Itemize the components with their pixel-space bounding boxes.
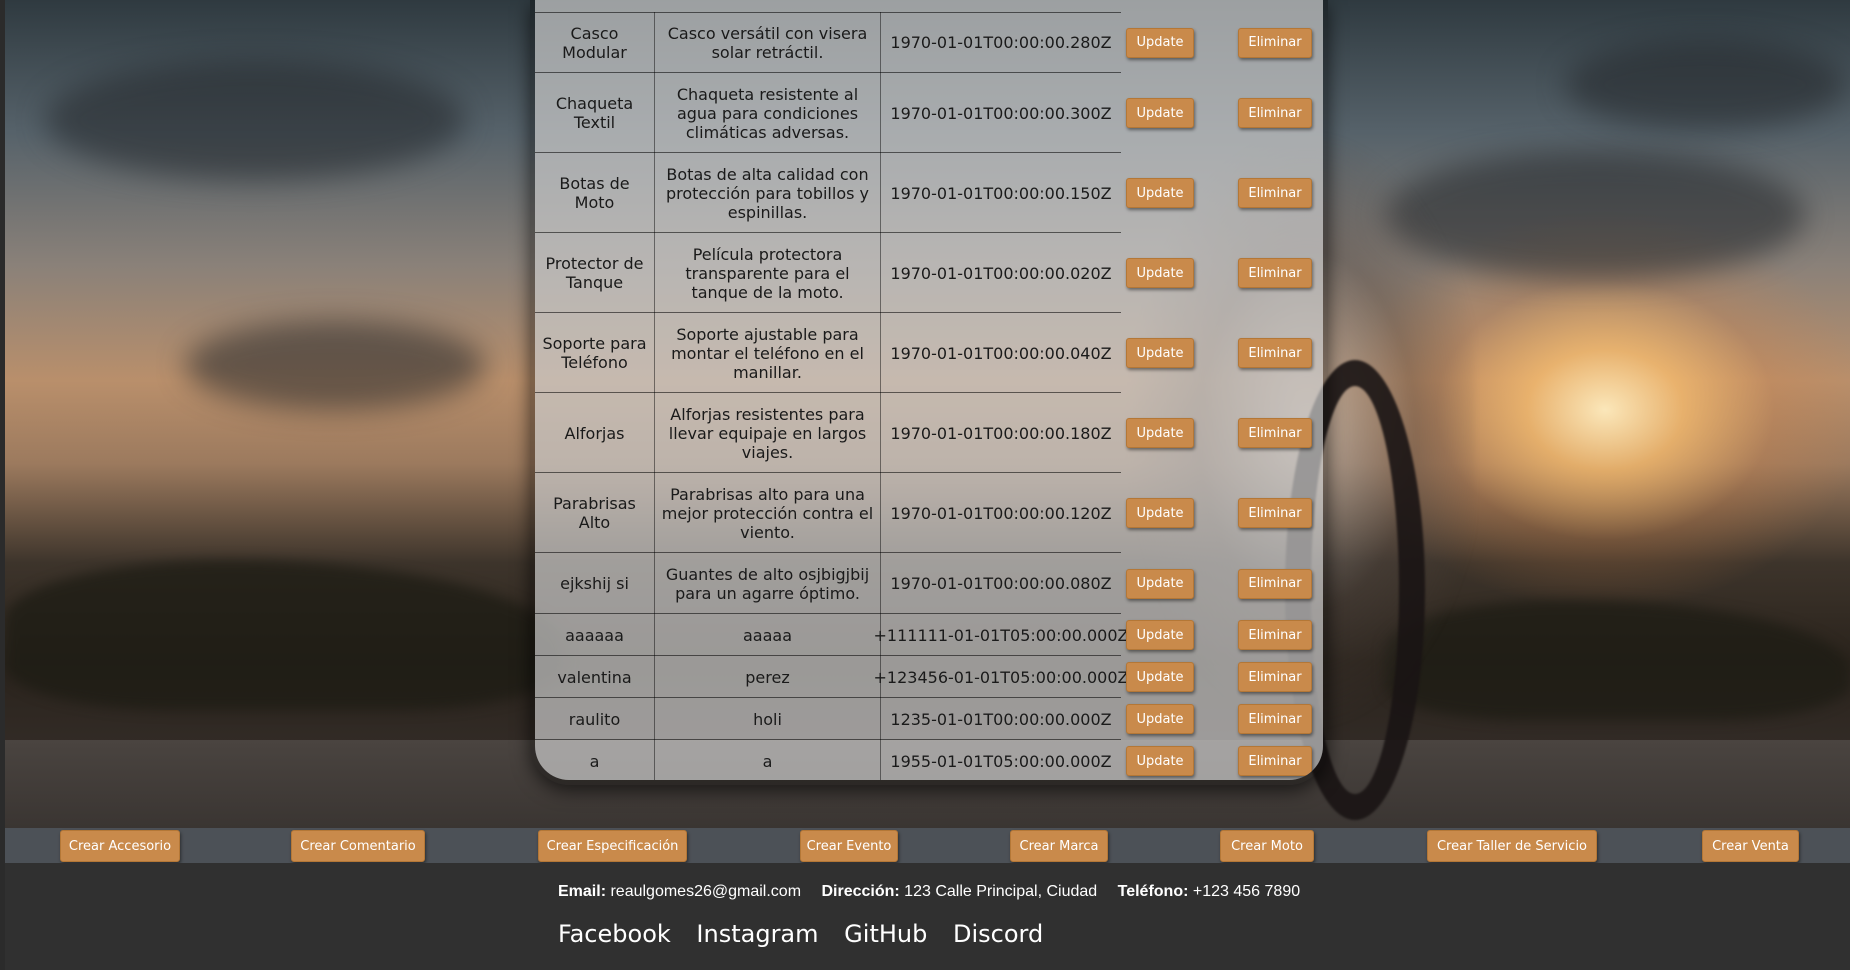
table-row: Alforjas Alforjas resistentes para lleva… xyxy=(535,393,1323,473)
accessory-date: 1970-01-01T00:00:00.120Z xyxy=(890,503,1112,523)
update-button[interactable]: Update xyxy=(1126,258,1194,288)
update-button[interactable]: Update xyxy=(1126,662,1194,692)
accessory-date: 1970-01-01T00:00:00.180Z xyxy=(890,423,1112,443)
accessory-name: Alforjas xyxy=(535,393,655,473)
accessory-description: Casco versátil con visera solar retrácti… xyxy=(655,12,881,73)
contact-info: Email: reaulgomes26@gmail.com Dirección:… xyxy=(558,883,1316,901)
table-row: Protector de Tanque Película protectora … xyxy=(535,233,1323,313)
delete-button[interactable]: Eliminar xyxy=(1238,98,1312,128)
accessory-name: Casco Modular xyxy=(535,12,655,73)
accessory-description: Chaqueta resistente al agua para condici… xyxy=(655,73,881,153)
accessory-date: 1970-01-01T00:00:00.080Z xyxy=(890,574,1112,593)
accessory-date: 1955-01-01T05:00:00.000Z xyxy=(890,751,1112,771)
email-value: reaulgomes26@gmail.com xyxy=(610,883,802,900)
update-button[interactable]: Update xyxy=(1126,27,1194,58)
instagram-link[interactable]: Instagram xyxy=(696,920,818,948)
crear-venta-button[interactable]: Crear Venta xyxy=(1702,830,1799,862)
accessory-name: ejkshij si xyxy=(535,553,655,614)
delete-button[interactable]: Eliminar xyxy=(1238,338,1312,368)
accessory-name: valentina xyxy=(535,656,655,698)
social-links: Facebook Instagram GitHub Discord xyxy=(558,920,1061,948)
accessory-description: holi xyxy=(655,698,881,740)
delete-button[interactable]: Eliminar xyxy=(1238,27,1312,58)
phone-label: Teléfono: xyxy=(1117,883,1189,900)
table-row: Botas de Moto Botas de alta calidad con … xyxy=(535,153,1323,233)
accessory-name: Botas de Moto xyxy=(535,153,655,233)
accessory-description: Parabrisas alto para una mejor protecció… xyxy=(655,473,881,553)
crear-especificacion-button[interactable]: Crear Especificación xyxy=(538,830,687,862)
update-button[interactable]: Update xyxy=(1126,746,1194,776)
table-row: ejkshij si Guantes de alto osjbigjbij pa… xyxy=(535,553,1323,614)
update-button[interactable]: Update xyxy=(1126,704,1194,734)
update-button[interactable]: Update xyxy=(1126,418,1194,448)
delete-button[interactable]: Eliminar xyxy=(1238,498,1312,528)
table-row: valentina perez +123456-01-01T05:00:00.0… xyxy=(535,656,1323,698)
accessory-description: a xyxy=(655,740,881,780)
delete-button[interactable]: Eliminar xyxy=(1238,662,1312,692)
accessory-date: +123456-01-01T05:00:00.000Z xyxy=(873,667,1129,687)
crear-accesorio-button[interactable]: Crear Accesorio xyxy=(60,830,180,862)
update-button[interactable]: Update xyxy=(1126,98,1194,128)
accessory-name: Chaqueta Textil xyxy=(535,73,655,153)
table-row: a a 1955-01-01T05:00:00.000Z Update Elimi… xyxy=(535,740,1323,780)
accessory-name: Parabrisas Alto xyxy=(535,473,655,553)
accessory-description: Guantes de alto osjbigjbij para un agarr… xyxy=(655,553,881,614)
accessory-date: 1235-01-01T00:00:00.000Z xyxy=(890,709,1112,729)
table-row: Soporte para Teléfono Soporte ajustable … xyxy=(535,313,1323,393)
discord-link[interactable]: Discord xyxy=(953,920,1043,948)
accessory-description: Película protectora transparente para el… xyxy=(655,233,881,313)
table-row: Parabrisas Alto Parabrisas alto para una… xyxy=(535,473,1323,553)
delete-button[interactable]: Eliminar xyxy=(1238,568,1312,599)
accessory-description: aaaaa xyxy=(655,614,881,656)
crear-moto-button[interactable]: Crear Moto xyxy=(1220,830,1314,862)
update-button[interactable]: Update xyxy=(1126,620,1194,650)
crear-evento-button[interactable]: Crear Evento xyxy=(800,830,898,862)
accessory-name: a xyxy=(535,740,655,780)
footer: Email: reaulgomes26@gmail.com Dirección:… xyxy=(5,863,1850,970)
accessory-date: +111111-01-01T05:00:00.000Z xyxy=(873,625,1129,645)
table-row: Casco Modular Casco versátil con visera … xyxy=(535,12,1323,73)
accessory-date: 1970-01-01T00:00:00.280Z xyxy=(890,33,1112,52)
accessory-name: raulito xyxy=(535,698,655,740)
accessory-date: 1970-01-01T00:00:00.040Z xyxy=(890,343,1112,363)
table-row: raulito holi 1235-01-01T00:00:00.000Z Up… xyxy=(535,698,1323,740)
crear-taller-button[interactable]: Crear Taller de Servicio xyxy=(1427,830,1597,862)
accessory-description: perez xyxy=(655,656,881,698)
delete-button[interactable]: Eliminar xyxy=(1238,704,1312,734)
phone-value: +123 456 7890 xyxy=(1192,883,1301,900)
accessory-date: 1970-01-01T00:00:00.150Z xyxy=(890,183,1112,203)
accessories-table-card: Casco Modular Casco versátil con visera … xyxy=(530,0,1328,785)
update-button[interactable]: Update xyxy=(1126,568,1194,599)
accessory-date: 1970-01-01T00:00:00.020Z xyxy=(890,263,1112,283)
table-row: aaaaaa aaaaa +111111-01-01T05:00:00.000Z… xyxy=(535,614,1323,656)
address-label: Dirección: xyxy=(821,883,900,900)
delete-button[interactable]: Eliminar xyxy=(1238,178,1312,208)
accessories-table: Casco Modular Casco versátil con visera … xyxy=(535,12,1323,780)
github-link[interactable]: GitHub xyxy=(844,920,927,948)
update-button[interactable]: Update xyxy=(1126,498,1194,528)
accessory-description: Soporte ajustable para montar el teléfon… xyxy=(655,313,881,393)
accessory-date: 1970-01-01T00:00:00.300Z xyxy=(890,103,1112,123)
table-row: Chaqueta Textil Chaqueta resistente al a… xyxy=(535,73,1323,153)
accessory-name: Soporte para Teléfono xyxy=(535,313,655,393)
delete-button[interactable]: Eliminar xyxy=(1238,746,1312,776)
accessory-name: Protector de Tanque xyxy=(535,233,655,313)
crear-marca-button[interactable]: Crear Marca xyxy=(1010,830,1108,862)
update-button[interactable]: Update xyxy=(1126,338,1194,368)
delete-button[interactable]: Eliminar xyxy=(1238,418,1312,448)
accessory-description: Botas de alta calidad con protección par… xyxy=(655,153,881,233)
update-button[interactable]: Update xyxy=(1126,178,1194,208)
create-navbar: Crear Accesorio Crear Comentario Crear E… xyxy=(5,828,1850,863)
accessory-description: Alforjas resistentes para llevar equipaj… xyxy=(655,393,881,473)
delete-button[interactable]: Eliminar xyxy=(1238,620,1312,650)
accessory-name: aaaaaa xyxy=(535,614,655,656)
email-label: Email: xyxy=(558,883,607,900)
facebook-link[interactable]: Facebook xyxy=(558,920,671,948)
delete-button[interactable]: Eliminar xyxy=(1238,258,1312,288)
crear-comentario-button[interactable]: Crear Comentario xyxy=(291,830,425,862)
address-value: 123 Calle Principal, Ciudad xyxy=(904,883,1098,900)
